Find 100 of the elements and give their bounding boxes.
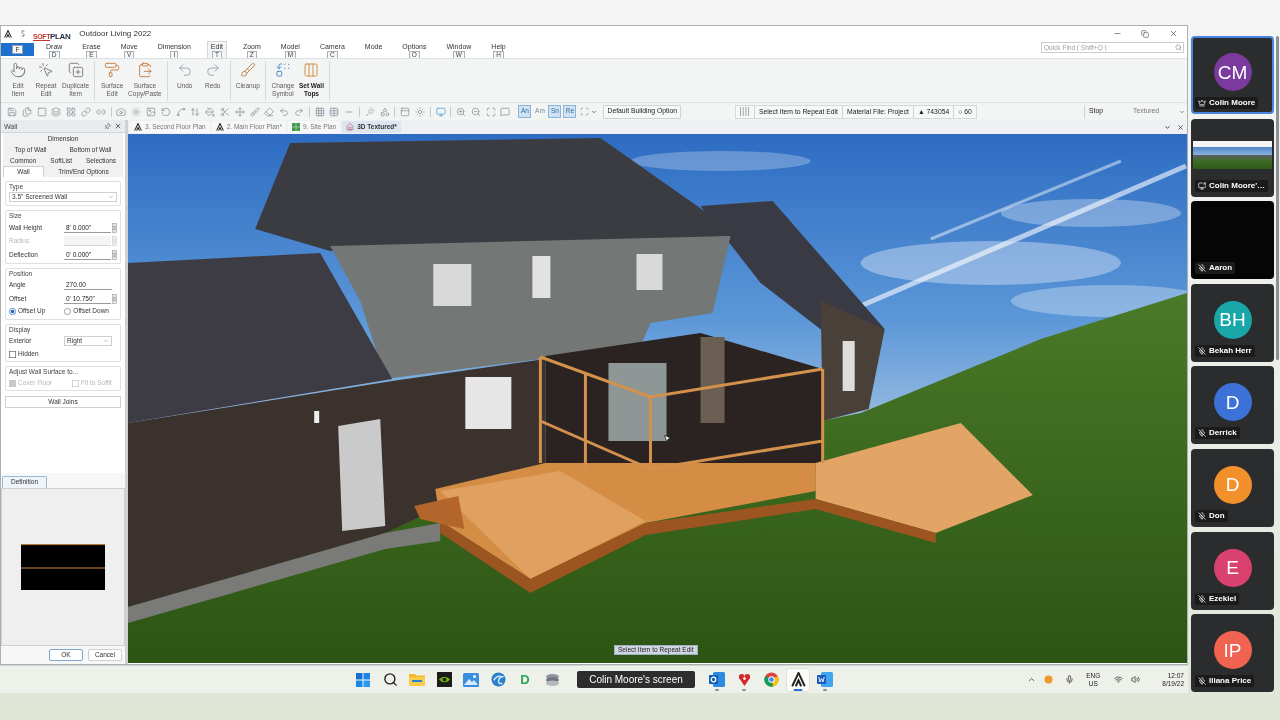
participant-name: Bekah Herr xyxy=(1209,346,1252,355)
close-icon[interactable] xyxy=(114,122,122,130)
avatar: D xyxy=(1213,465,1252,504)
avatar: IP xyxy=(1213,631,1252,670)
roof-logo-icon[interactable] xyxy=(215,123,224,131)
pin-icon[interactable] xyxy=(102,121,113,131)
link-icon[interactable] xyxy=(81,106,91,117)
round-logo-icon xyxy=(763,672,779,687)
layers-icon[interactable] xyxy=(51,106,62,117)
column-bars-icon[interactable] xyxy=(739,107,751,116)
message-icon[interactable] xyxy=(500,106,511,117)
image-icon[interactable] xyxy=(145,106,156,117)
scissors-icon[interactable] xyxy=(219,106,230,117)
paint-bucket-icon[interactable] xyxy=(205,106,216,117)
roof-logo-icon[interactable] xyxy=(134,123,142,131)
heart-icon xyxy=(736,672,752,687)
scrollbar-thumb[interactable] xyxy=(1276,36,1279,360)
eye-logo-icon xyxy=(436,672,452,687)
link-icon[interactable] xyxy=(95,106,106,117)
zoom-in-icon[interactable] xyxy=(456,106,467,117)
spinner-icon[interactable] xyxy=(112,222,117,233)
spinner-icon[interactable] xyxy=(112,249,117,260)
arrows-icon[interactable] xyxy=(190,106,201,117)
participant-tile[interactable]: Aaron xyxy=(1191,201,1274,280)
monitor-icon[interactable] xyxy=(435,106,446,117)
wifi-icon[interactable] xyxy=(1114,675,1124,684)
participant-name: Ezekiel xyxy=(1209,594,1237,603)
undo-icon xyxy=(176,62,193,78)
panel-icon[interactable] xyxy=(400,106,411,117)
participant-tile[interactable]: D Don xyxy=(1191,448,1274,527)
participant-name: Colin Moore'… xyxy=(1209,181,1266,190)
grid-tile-icon[interactable] xyxy=(292,123,300,131)
redo-icon[interactable] xyxy=(293,106,304,117)
files-icon[interactable] xyxy=(21,106,32,117)
folder-icon xyxy=(409,673,425,686)
brush-icon[interactable] xyxy=(249,106,260,117)
close-icon[interactable] xyxy=(1177,123,1184,131)
undo-icon[interactable] xyxy=(279,106,290,117)
replace-icon xyxy=(274,62,291,78)
avatar: CM xyxy=(1213,53,1252,91)
paint-roller-icon xyxy=(104,62,121,78)
copy-plus-icon xyxy=(67,62,84,78)
cursor-icon xyxy=(663,434,672,443)
chevron-down-icon xyxy=(108,194,114,200)
rotate-icon[interactable] xyxy=(160,106,171,117)
chevron-down-icon xyxy=(103,338,109,345)
chevron-down-icon[interactable] xyxy=(591,108,598,115)
radio-icon[interactable] xyxy=(9,308,16,315)
participant-name: Don xyxy=(1209,511,1225,520)
zoom-out-icon[interactable] xyxy=(470,106,481,117)
squiggle-icon[interactable] xyxy=(21,30,25,37)
participant-name: Aaron xyxy=(1209,264,1233,273)
grid-icon[interactable] xyxy=(314,106,325,117)
participant-tile[interactable]: E Ezekiel xyxy=(1191,531,1274,610)
roof-logo-icon[interactable] xyxy=(4,29,12,38)
participant-tile[interactable]: CM Colin Moore xyxy=(1191,36,1274,114)
volume-icon[interactable] xyxy=(1131,675,1141,684)
shapes-icon[interactable] xyxy=(379,106,390,117)
avatar: BH xyxy=(1213,300,1252,339)
chevron-up-icon[interactable] xyxy=(1027,675,1037,684)
roof-logo-icon xyxy=(790,672,806,687)
participant-tile[interactable]: Colin Moore'… xyxy=(1191,118,1274,197)
checkbox-icon[interactable] xyxy=(9,350,16,358)
pointer-icon xyxy=(10,62,26,78)
spline-icon[interactable] xyxy=(175,106,186,117)
maximize-icon[interactable] xyxy=(485,106,496,117)
columns-icon xyxy=(303,62,320,78)
app-letter-logo: D xyxy=(520,673,530,686)
eraser-icon[interactable] xyxy=(264,106,275,117)
spinner-icon[interactable] xyxy=(112,293,117,304)
wand-icon[interactable] xyxy=(364,106,375,117)
cursor-click-icon xyxy=(38,62,54,78)
taskbar-button[interactable] xyxy=(786,667,810,692)
scan-icon[interactable] xyxy=(580,107,590,116)
participant-name: Derrick xyxy=(1209,429,1237,438)
participant-name: Colin Moore xyxy=(1209,99,1256,107)
radio-icon[interactable] xyxy=(64,308,72,315)
sun-icon[interactable] xyxy=(414,106,425,117)
circle-icon[interactable] xyxy=(1044,675,1054,684)
house-icon[interactable] xyxy=(346,123,355,131)
save-icon[interactable] xyxy=(7,106,17,117)
picture-icon xyxy=(463,672,479,687)
sun-icon[interactable] xyxy=(131,106,142,117)
table-icon[interactable] xyxy=(329,106,340,117)
close-icon xyxy=(1168,29,1178,38)
chevron-down-icon xyxy=(1179,108,1185,115)
participant-tile[interactable]: D Derrick xyxy=(1191,366,1274,445)
microphone-icon[interactable] xyxy=(1065,675,1075,684)
four-squares-icon xyxy=(356,672,370,687)
restore-icon xyxy=(1141,29,1149,38)
grid-icon[interactable] xyxy=(66,106,77,117)
participant-name: Iliana Price xyxy=(1209,677,1252,686)
screen-share-label: Colin Moore's screen xyxy=(577,671,695,688)
participant-tile[interactable]: IP Iliana Price xyxy=(1191,614,1274,693)
search-icon[interactable] xyxy=(1175,44,1182,51)
avatar: D xyxy=(1213,383,1252,422)
move-icon[interactable] xyxy=(234,106,245,117)
participant-tile[interactable]: BH Bekah Herr xyxy=(1191,283,1274,362)
camera-icon[interactable] xyxy=(116,106,127,117)
square-icon[interactable] xyxy=(36,106,47,117)
